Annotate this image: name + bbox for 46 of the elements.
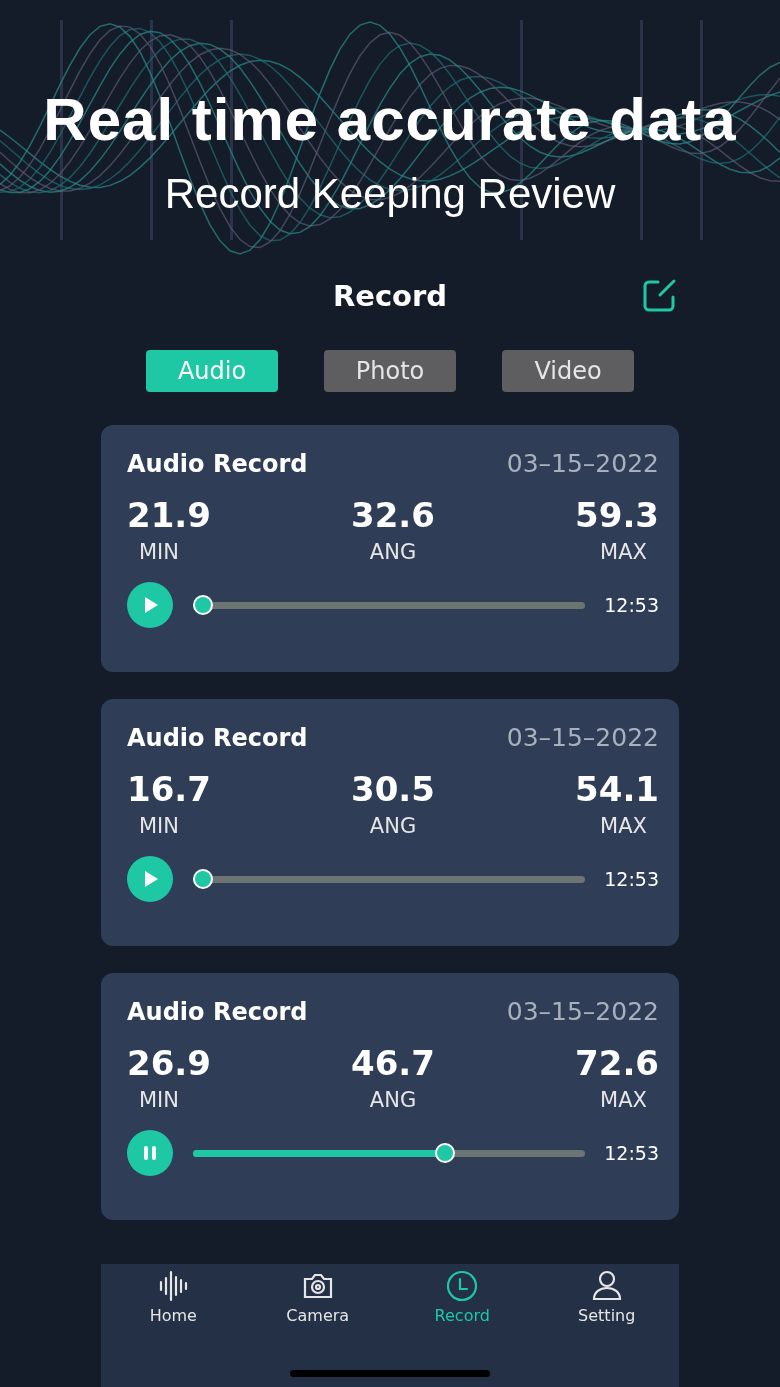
record-date: 03–15–2022 [506, 997, 659, 1026]
record-title: Audio Record [127, 997, 308, 1026]
stat-label: ANG [369, 814, 417, 838]
pause-button[interactable] [127, 1130, 173, 1176]
edit-icon[interactable] [641, 278, 677, 314]
stat-value: 30.5 [351, 768, 435, 810]
duration: 12:53 [604, 594, 659, 616]
tab[interactable]: Video [502, 350, 634, 392]
stat-value: 32.6 [351, 494, 435, 536]
stat-label: ANG [369, 540, 417, 564]
duration: 12:53 [604, 1142, 659, 1164]
screen-title: Record [332, 279, 448, 313]
progress-slider[interactable] [193, 1143, 586, 1163]
stat-label: MAX [600, 814, 647, 838]
stat-label: MIN [139, 540, 180, 564]
stat-label: MAX [600, 540, 647, 564]
headline: Real time accurate data [43, 85, 737, 155]
slider-thumb[interactable] [193, 869, 213, 889]
stat-label: MIN [139, 814, 180, 838]
record-date: 03–15–2022 [506, 449, 659, 478]
nav-item[interactable]: Record [407, 1268, 518, 1336]
stat-value: 59.3 [575, 494, 659, 536]
stat-label: ANG [369, 1088, 417, 1112]
progress-slider[interactable] [193, 595, 586, 615]
stat-value: 16.7 [127, 768, 211, 810]
nav-item[interactable]: Home [118, 1268, 229, 1336]
stat-value: 21.9 [127, 494, 211, 536]
tab[interactable]: Photo [324, 350, 456, 392]
slider-thumb[interactable] [434, 1143, 455, 1163]
stat-label: MIN [139, 1088, 180, 1112]
duration: 12:53 [604, 868, 659, 890]
slider-thumb[interactable] [193, 595, 213, 615]
record-title: Audio Record [127, 449, 308, 478]
play-button[interactable] [127, 856, 173, 902]
play-button[interactable] [127, 582, 173, 628]
record-date: 03–15–2022 [506, 723, 659, 752]
progress-slider[interactable] [193, 869, 586, 889]
stat-value: 46.7 [351, 1042, 435, 1084]
nav-item[interactable]: Setting [551, 1268, 662, 1336]
stat-label: MAX [600, 1088, 647, 1112]
stat-value: 54.1 [575, 768, 659, 810]
nav-item[interactable]: Camera [262, 1268, 373, 1336]
record-title: Audio Record [127, 723, 308, 752]
stat-value: 26.9 [127, 1042, 211, 1084]
stat-value: 72.6 [575, 1042, 659, 1084]
subtitle: Record Keeping Review [164, 170, 616, 218]
